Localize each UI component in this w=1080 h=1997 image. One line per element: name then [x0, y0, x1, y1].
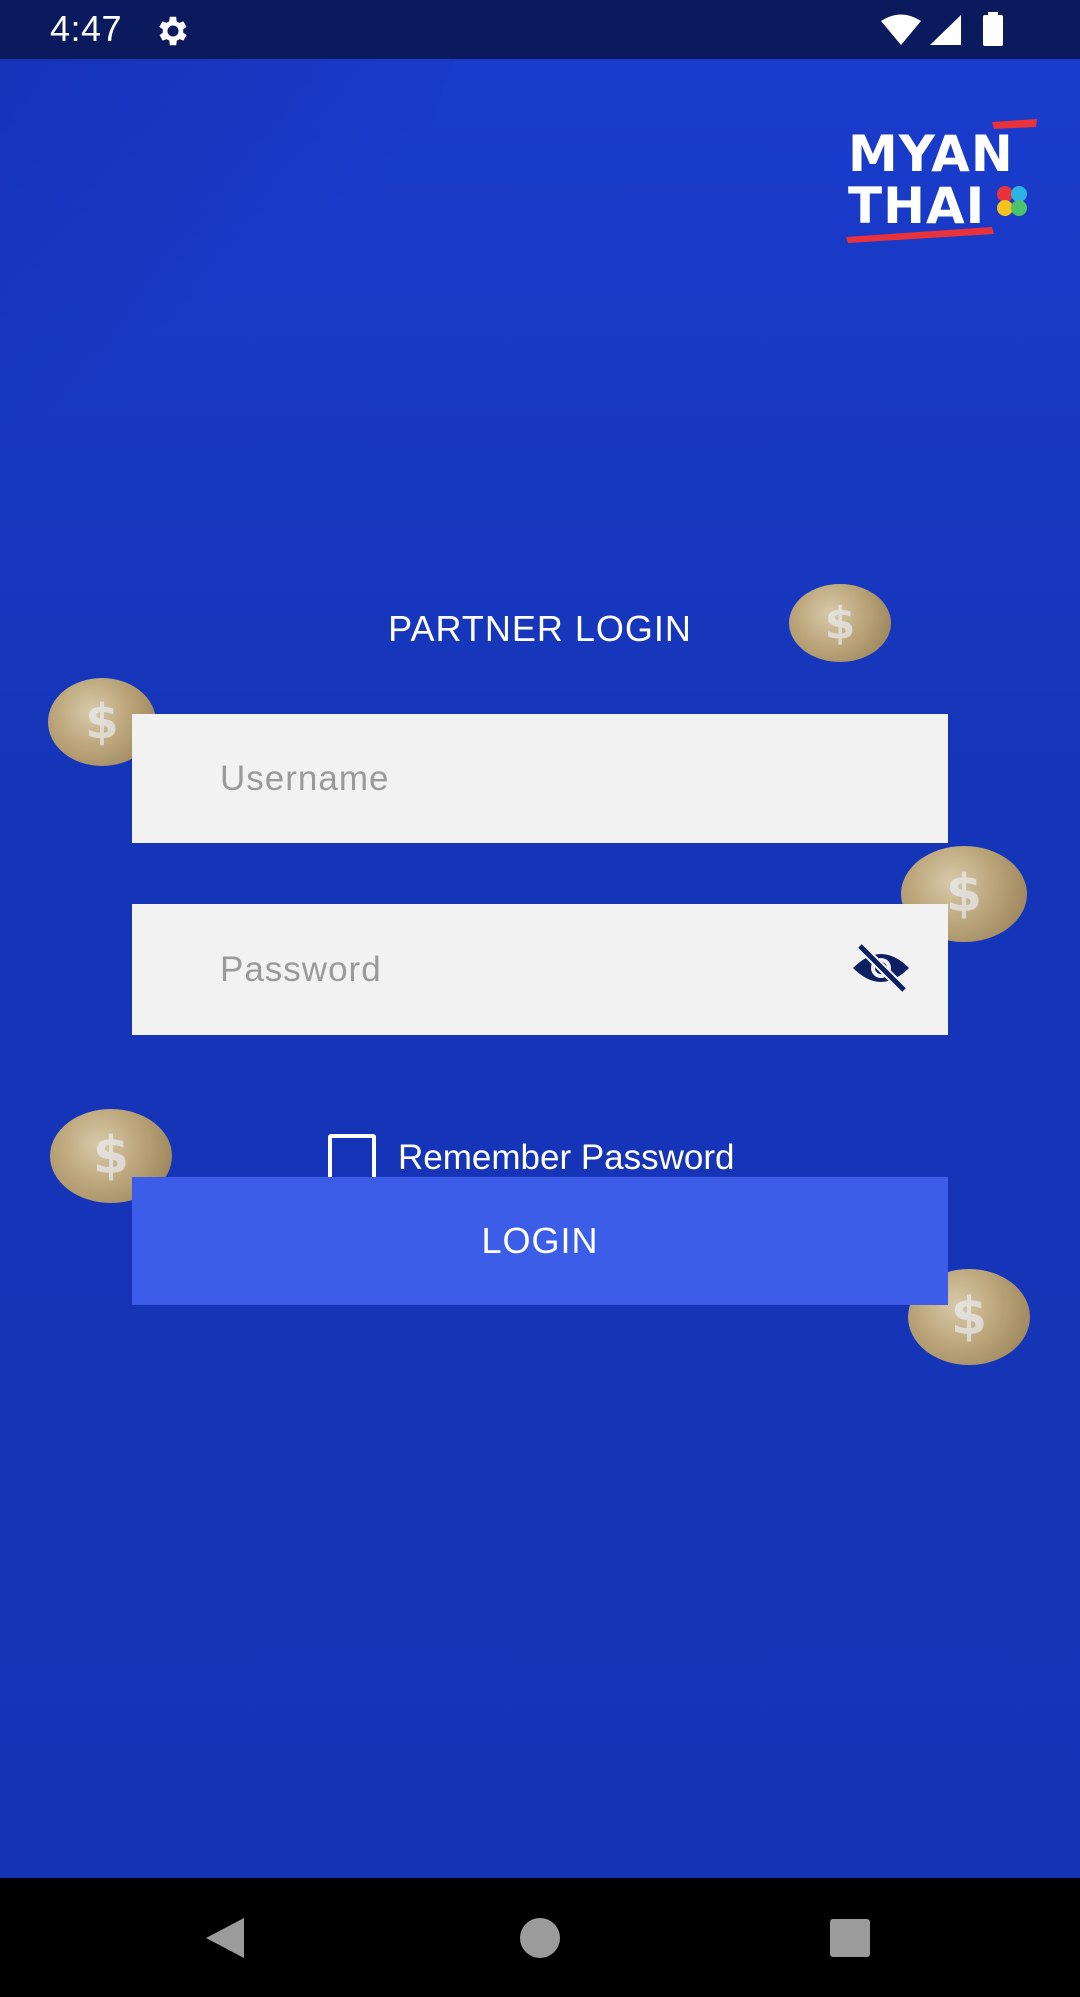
myanthai-logo: MYAN THAI: [846, 119, 1037, 243]
back-icon[interactable]: [204, 1916, 246, 1960]
password-field-container: [132, 904, 948, 1035]
gear-icon: [159, 16, 187, 46]
password-input[interactable]: [132, 904, 948, 1035]
svg-text:MYAN: MYAN: [848, 125, 1014, 183]
status-time: 4:47: [50, 8, 123, 49]
signal-icon: [930, 15, 961, 45]
status-bar: 4:47: [0, 0, 1080, 59]
recents-icon[interactable]: [830, 1919, 870, 1957]
remember-label: Remember Password: [398, 1138, 735, 1177]
wifi-icon: [881, 14, 921, 45]
page-title: PARTNER LOGIN: [388, 608, 692, 649]
remember-checkbox[interactable]: [328, 1134, 376, 1182]
remember-password[interactable]: Remember Password: [328, 1134, 735, 1182]
navigation-bar: [0, 1878, 1080, 1997]
background-shade: [0, 59, 455, 579]
svg-text:THAI: THAI: [848, 177, 985, 235]
login-screen: MYAN THAI $ $ $ $ $ PARTNER LOGIN Rememb…: [0, 59, 1080, 1878]
username-field-container: [132, 714, 948, 843]
login-button[interactable]: LOGIN: [132, 1177, 948, 1305]
eye-off-icon[interactable]: [850, 942, 912, 994]
battery-icon: [983, 12, 1003, 46]
username-input[interactable]: [132, 714, 948, 843]
home-icon[interactable]: [520, 1918, 560, 1958]
